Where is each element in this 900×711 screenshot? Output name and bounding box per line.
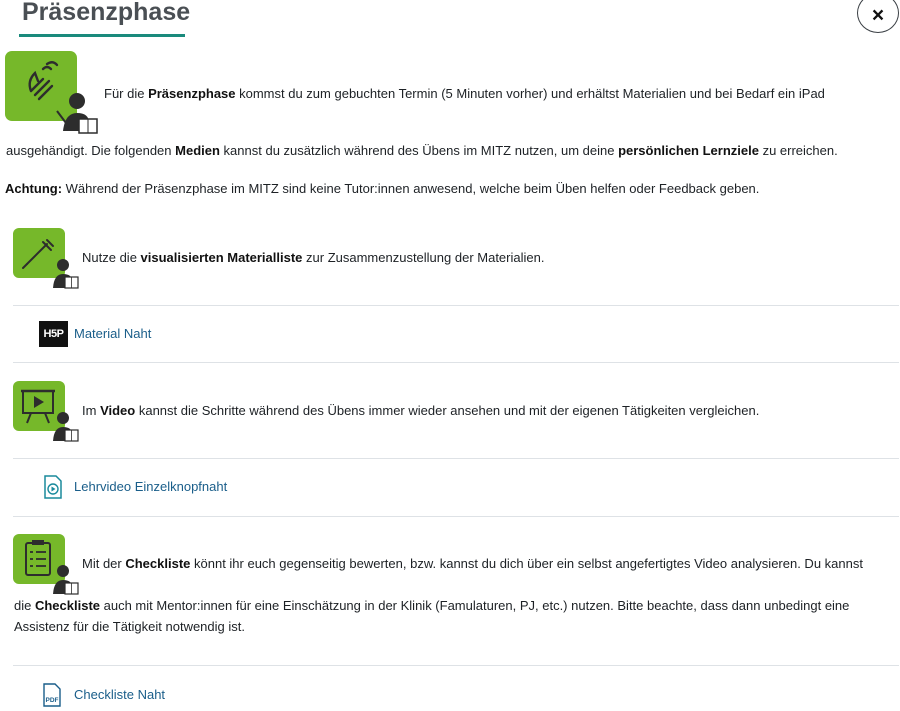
close-button[interactable]: × (857, 0, 899, 33)
lehrvideo-link[interactable]: Lehrvideo Einzelknopfnaht (74, 477, 227, 497)
material-naht-link[interactable]: Material Naht (74, 324, 151, 344)
divider (13, 665, 899, 666)
intro-line-1: Für die Präsenzphase kommst du zum gebuc… (104, 86, 825, 101)
page-title: Präsenzphase (22, 0, 191, 26)
checkliste-naht-link[interactable]: Checkliste Naht (74, 685, 165, 705)
divider (13, 458, 899, 459)
video-presentation-icon (13, 381, 79, 443)
close-icon: × (871, 4, 885, 27)
checklist-icon (13, 534, 79, 596)
video-text: Im Video kannst die Schritte während des… (82, 403, 760, 418)
checklist-line-3: Assistenz für die Tätigkeit notwendig is… (14, 619, 245, 634)
h5p-icon: H5P (39, 321, 68, 347)
divider (13, 362, 899, 363)
checklist-line-1: Mit der Checkliste könnt ihr euch gegens… (82, 556, 863, 571)
checklist-line-2: die Checkliste auch mit Mentor:innen für… (14, 598, 850, 613)
intro-line-2: ausgehändigt. Die folgenden Medien kanns… (6, 143, 838, 158)
presence-phase-icon (5, 51, 100, 136)
svg-text:PDF: PDF (46, 697, 59, 704)
material-list-icon (13, 228, 79, 290)
warning-text: Achtung: Während der Präsenzphase im MIT… (5, 181, 760, 196)
material-text: Nutze die visualisierten Materialliste z… (82, 250, 545, 265)
divider (13, 305, 899, 306)
title-underline (19, 34, 185, 37)
video-file-icon (43, 475, 63, 499)
divider (13, 516, 899, 517)
pdf-icon: PDF (42, 683, 62, 707)
